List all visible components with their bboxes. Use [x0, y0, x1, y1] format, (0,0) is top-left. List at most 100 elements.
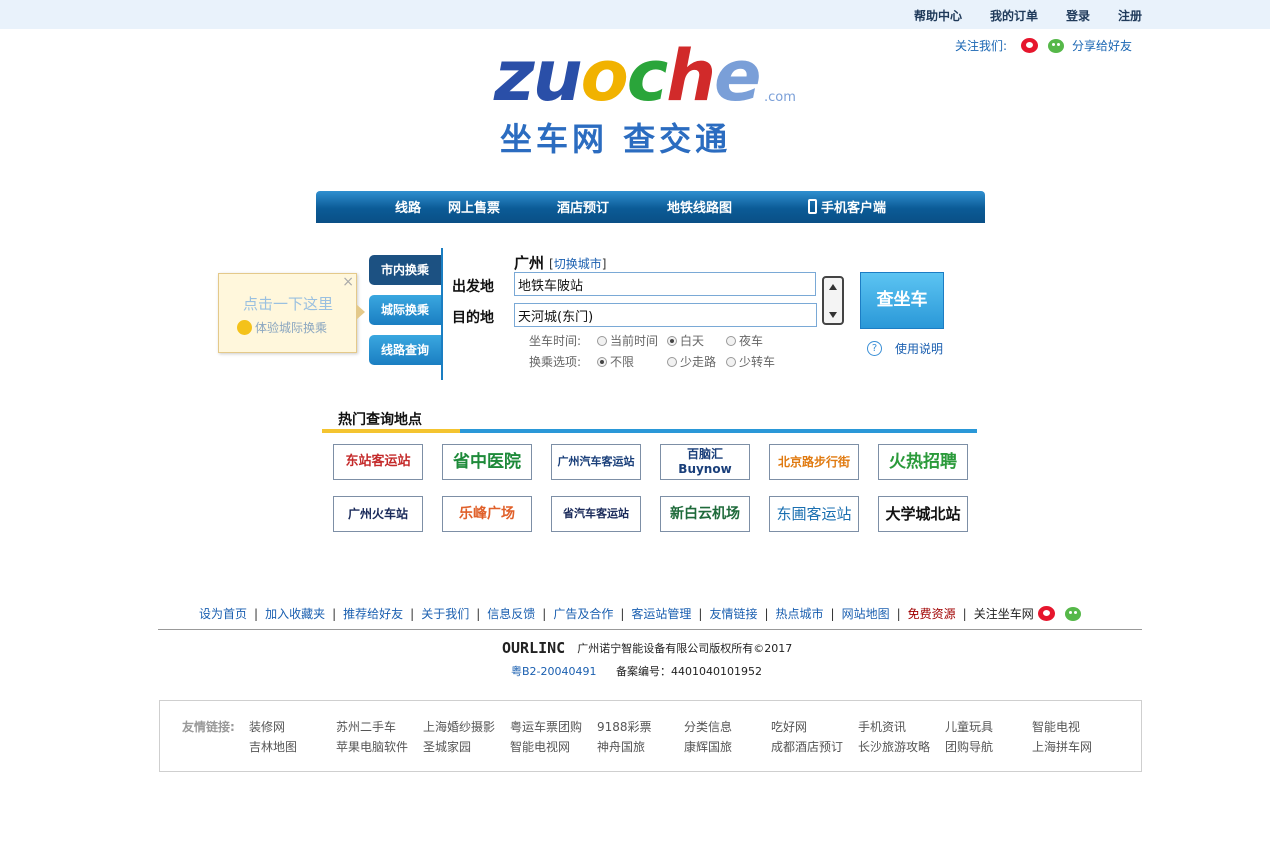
search-button[interactable]: 查坐车 [860, 272, 944, 329]
nav-online-tickets[interactable]: 网上售票 [448, 197, 500, 216]
footer-link[interactable]: 关于我们 [421, 605, 469, 622]
time-option-now[interactable]: 当前时间 [597, 332, 658, 349]
site-logo[interactable]: zuoche .com 坐车网 查交通 [492, 36, 812, 158]
footer-rule [158, 629, 1142, 630]
logo-chinese-name: 坐车网 查交通 [500, 120, 732, 158]
nav-hotel-booking[interactable]: 酒店预订 [557, 197, 609, 216]
friend-link[interactable]: 苏州二手车 [336, 718, 396, 735]
intercity-tooltip[interactable]: × 点击一下这里 体验城际换乘 [218, 273, 365, 353]
copyright-line: OURLINC 广州诺宁智能设备有限公司版权所有©2017 [502, 639, 792, 657]
radio-icon[interactable] [726, 336, 736, 346]
radio-icon[interactable] [726, 357, 736, 367]
friend-link[interactable]: 成都酒店预订 [771, 738, 843, 755]
nav-metro-map[interactable]: 地铁线路图 [667, 197, 732, 216]
friend-link[interactable]: 吉林地图 [249, 738, 297, 755]
nav-routes[interactable]: 线路 [395, 197, 421, 216]
friend-link[interactable]: 儿童玩具 [945, 718, 993, 735]
friend-link[interactable]: 上海拼车网 [1032, 738, 1092, 755]
my-orders-link[interactable]: 我的订单 [990, 7, 1038, 24]
friend-link[interactable]: 手机资讯 [858, 718, 906, 735]
friend-link[interactable]: 智能电视网 [510, 738, 570, 755]
logo-dotcom: .com [764, 90, 796, 105]
footer-link[interactable]: 客运站管理 [631, 605, 691, 622]
footer-link-free-resources[interactable]: 免费资源 [908, 605, 956, 622]
hot-place-tile[interactable]: 火热招聘 [878, 444, 968, 480]
friend-links-title: 友情链接: [182, 720, 235, 734]
friend-link[interactable]: 粤运车票团购 [510, 718, 582, 735]
time-option-night-label: 夜车 [739, 334, 764, 348]
tab-divider [441, 248, 443, 380]
icp-license-link[interactable]: 粤B2-20040491 [511, 663, 597, 679]
transfer-label: 换乘选项: [529, 355, 582, 369]
footer-link[interactable]: 设为首页 [199, 605, 247, 622]
friend-link[interactable]: 苹果电脑软件 [336, 738, 408, 755]
radio-icon[interactable] [597, 357, 607, 367]
weibo-icon[interactable] [1021, 38, 1039, 53]
register-link[interactable]: 注册 [1118, 7, 1142, 24]
current-city: 广州 [514, 254, 545, 272]
hot-place-tile[interactable]: 东站客运站 [333, 444, 423, 480]
footer-link[interactable]: 加入收藏夹 [265, 605, 325, 622]
hot-place-tile[interactable]: 广州火车站 [333, 496, 423, 532]
phone-icon [808, 199, 817, 214]
friend-link[interactable]: 9188彩票 [597, 718, 652, 735]
hot-place-tile[interactable]: 东圃客运站 [769, 496, 859, 532]
friend-link[interactable]: 长沙旅游攻略 [858, 738, 930, 755]
help-center-link[interactable]: 帮助中心 [914, 7, 962, 24]
hot-place-tile[interactable]: 新白云机场 [660, 496, 750, 532]
friend-link[interactable]: 团购导航 [945, 738, 993, 755]
friend-link[interactable]: 智能电视 [1032, 718, 1080, 735]
hot-place-tile[interactable]: 大学城北站 [878, 496, 968, 532]
hot-title-underline [322, 429, 460, 433]
tab-intercity-transfer[interactable]: 城际换乘 [369, 295, 441, 325]
login-link[interactable]: 登录 [1066, 7, 1090, 24]
radio-icon[interactable] [667, 357, 677, 367]
footer-link[interactable]: 推荐给好友 [343, 605, 403, 622]
to-label: 目的地 [452, 310, 494, 326]
hot-place-tile[interactable]: 北京路步行街 [769, 444, 859, 480]
nav-mobile-client[interactable]: 手机客户端 [808, 197, 886, 216]
friend-link[interactable]: 神舟国旅 [597, 738, 645, 755]
hot-place-tile[interactable]: 乐峰广场 [442, 496, 532, 532]
footer-link[interactable]: 友情链接 [709, 605, 757, 622]
tab-route-query[interactable]: 线路查询 [369, 335, 441, 365]
friend-link[interactable]: 上海婚纱摄影 [423, 718, 495, 735]
wechat-icon[interactable] [1064, 606, 1081, 621]
transfer-option-less-walk-label: 少走路 [680, 355, 717, 369]
swap-button[interactable] [822, 276, 844, 325]
ourlinc-logo: OURLINC [502, 639, 566, 657]
friend-link[interactable]: 吃好网 [771, 718, 807, 735]
switch-city[interactable]: [切换城市] [549, 255, 606, 272]
hot-title-rule [460, 429, 977, 433]
footer-links: 设为首页 | 加入收藏夹 | 推荐给好友 | 关于我们 | 信息反馈 | 广告及合作 | 客… [199, 605, 1081, 622]
tab-city-transfer[interactable]: 市内换乘 [369, 255, 441, 285]
weibo-icon[interactable] [1037, 606, 1055, 621]
time-option-day-label: 白天 [680, 334, 705, 348]
from-input[interactable] [514, 272, 816, 296]
footer-link[interactable]: 信息反馈 [487, 605, 535, 622]
share-to-friends-link[interactable]: 分享给好友 [1072, 37, 1132, 54]
close-icon[interactable]: × [342, 274, 354, 290]
transfer-option-less-transfer[interactable]: 少转车 [726, 353, 775, 370]
hot-place-tile[interactable]: 省汽车客运站 [551, 496, 641, 532]
friend-link[interactable]: 分类信息 [684, 718, 732, 735]
to-input[interactable] [514, 303, 817, 327]
time-option-night[interactable]: 夜车 [726, 332, 763, 349]
radio-icon[interactable] [597, 336, 607, 346]
hot-place-tile[interactable]: 广州汽车客运站 [551, 444, 641, 480]
time-option-day[interactable]: 白天 [667, 332, 704, 349]
friend-link[interactable]: 圣城家园 [423, 738, 471, 755]
hot-place-tile[interactable]: 百脑汇 Buynow [660, 444, 750, 480]
footer-link[interactable]: 网站地图 [842, 605, 890, 622]
transfer-option-less-walk[interactable]: 少走路 [667, 353, 716, 370]
footer-link[interactable]: 热点城市 [776, 605, 824, 622]
transfer-option-any[interactable]: 不限 [597, 353, 634, 370]
wechat-icon[interactable] [1048, 38, 1065, 53]
footer-link[interactable]: 广告及合作 [553, 605, 613, 622]
friend-link[interactable]: 装修网 [249, 718, 285, 735]
friend-link[interactable]: 康辉国旅 [684, 738, 732, 755]
help-link[interactable]: ? 使用说明 [867, 340, 943, 357]
radio-icon[interactable] [667, 336, 677, 346]
switch-city-link[interactable]: 切换城市 [554, 257, 602, 271]
hot-place-tile[interactable]: 省中医院 [442, 444, 532, 480]
